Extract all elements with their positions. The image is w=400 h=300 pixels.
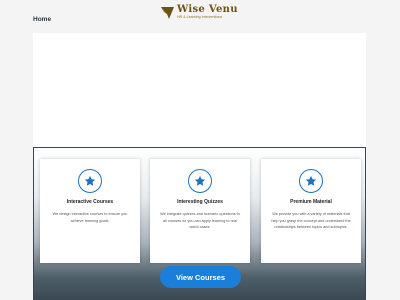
card-description: We design interactive courses to ensure … (52, 212, 128, 223)
star-icon (194, 175, 206, 186)
card-title: Interesting Quizzes (177, 199, 223, 205)
card-description: We provide you with a variety of materia… (271, 212, 351, 230)
feature-card-interactive-courses: Interactive Courses We design interactiv… (40, 159, 140, 263)
star-icon-badge (299, 169, 323, 193)
card-title: Premium Material (290, 199, 332, 205)
logo-title: Wise Venu (177, 4, 238, 16)
star-icon-badge (78, 169, 102, 193)
logo-mark-icon (161, 6, 174, 19)
logo-text: Wise Venu HR & Learning Interventions (177, 5, 238, 20)
card-title: Interactive Courses (66, 199, 114, 205)
feature-card-premium-material: Premium Material We provide you with a v… (261, 159, 361, 263)
view-courses-button[interactable]: View Courses (160, 266, 241, 288)
nav-home-link[interactable]: Home (33, 16, 51, 23)
logo-tagline: HR & Learning Interventions (177, 15, 223, 20)
card-description: We integrate quizzes and scenario questi… (160, 212, 240, 230)
star-icon (84, 175, 96, 186)
site-logo[interactable]: Wise Venu HR & Learning Interventions (161, 4, 238, 21)
star-icon-badge (188, 169, 212, 193)
main-content-panel (33, 33, 366, 147)
star-icon (305, 175, 317, 186)
feature-card-interesting-quizzes: Interesting Quizzes We integrate quizzes… (150, 159, 250, 263)
